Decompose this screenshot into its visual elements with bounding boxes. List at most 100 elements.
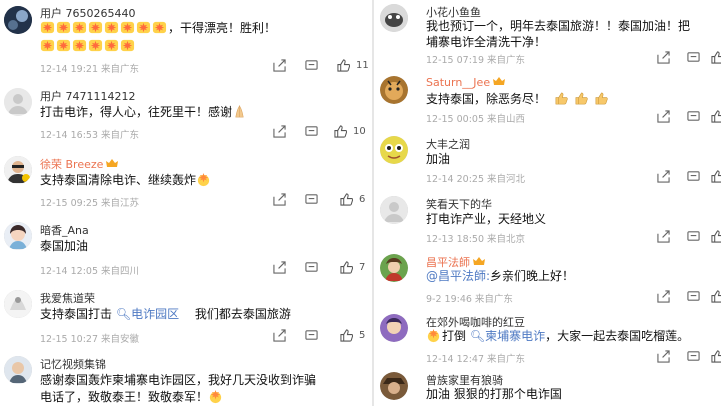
like-icon[interactable]: [711, 290, 721, 304]
comment-text: 加油: [426, 152, 451, 166]
avatar[interactable]: [4, 222, 32, 250]
username[interactable]: 暗香_Ana: [40, 222, 89, 238]
comment-item: 曾族家里有狼骑 加油 狠狠的打那个电诈国: [374, 370, 721, 406]
share-icon[interactable]: [657, 51, 670, 65]
like-icon[interactable]: [711, 230, 721, 244]
avatar[interactable]: [380, 4, 408, 32]
username[interactable]: Saturn__Jee: [426, 76, 506, 89]
comment-text: 感谢泰国轰炸柬埔寨电诈园区，我好几天没收到诈骗: [40, 373, 317, 387]
comment-text: 支持泰国，除恶务尽！: [426, 91, 610, 107]
comment-icon[interactable]: [687, 170, 700, 184]
comment-icon[interactable]: [305, 261, 318, 275]
avatar[interactable]: [4, 156, 32, 184]
sparkle-emoji: [136, 21, 151, 34]
avatar[interactable]: [380, 196, 408, 224]
comment-item: 徐荣 Breeze 支持泰国清除电诈、继续轰炸 12-15 09:25 来自江苏…: [0, 146, 372, 212]
thumbs-up-emoji: [595, 92, 608, 105]
sparkle-emoji: [120, 39, 135, 52]
like-icon[interactable]: [340, 329, 353, 343]
sparkle-emoji: [152, 21, 167, 34]
avatar[interactable]: [380, 314, 408, 342]
share-icon[interactable]: [273, 125, 286, 139]
like-count: 7: [359, 262, 366, 273]
comment-text-line2: 电话了，致敬泰王！致敬泰军！: [40, 389, 224, 405]
comment-meta: 12-15 09:25 来自江苏: [40, 198, 140, 209]
comment-icon[interactable]: [305, 329, 318, 343]
share-icon[interactable]: [657, 170, 670, 184]
comment-item: 暗香_Ana 泰国加油 12-14 12:05 来自四川 7: [0, 214, 372, 280]
avatar[interactable]: [4, 290, 32, 318]
comment-text: 支持泰国清除电诈、继续轰炸: [40, 172, 212, 188]
username[interactable]: 我爱焦道荣: [40, 290, 95, 306]
like-icon[interactable]: [340, 193, 353, 207]
comment-meta: 12-14 16:53 来自广东: [40, 130, 140, 141]
mention-link[interactable]: @昌平法師:: [426, 269, 490, 283]
comment-meta: 12-15 07:19 来自广东: [426, 55, 526, 66]
comment-item: 记忆视频集锦 感谢泰国轰炸柬埔寨电诈园区，我好几天没收到诈骗 电话了，致敬泰王！…: [0, 350, 372, 406]
like-icon[interactable]: [334, 125, 347, 139]
avatar[interactable]: [380, 372, 408, 400]
share-icon[interactable]: [273, 261, 286, 275]
comment-meta: 12-13 18:50 来自北京: [426, 234, 526, 245]
comment-icon[interactable]: [687, 350, 700, 364]
comment-icon[interactable]: [687, 230, 700, 244]
comment-icon[interactable]: [305, 59, 318, 73]
comment-item: 用户 7471114212 打击电诈，得人心，往死里干！感谢 12-14 16:…: [0, 78, 372, 144]
comment-icon[interactable]: [305, 193, 318, 207]
username[interactable]: 大丰之润: [426, 136, 470, 152]
avatar[interactable]: [4, 356, 32, 384]
sparkle-emoji: [40, 39, 55, 52]
comment-meta: 12-14 12:05 来自四川: [40, 266, 140, 277]
comment-text: ，干得漂亮！胜利！: [40, 20, 276, 36]
avatar[interactable]: [380, 254, 408, 282]
comment-text: 加油 狠狠的打那个电诈国: [426, 387, 562, 401]
crown-icon: [473, 257, 485, 265]
right-comment-column: 小花小鱼鱼 我也预订一个，明年去泰国旅游！！泰国加油！把 埔寨电诈全清洗干净！ …: [374, 0, 721, 406]
comment-icon[interactable]: [305, 125, 318, 139]
like-icon[interactable]: [337, 59, 350, 73]
like-count: 5: [359, 330, 366, 341]
comment-item: Saturn__Jee 支持泰国，除恶务尽！ 12-15 00:05 来自山西: [374, 70, 721, 128]
comment-item: 在郊外喝咖啡的红豆 打倒 🔍︎柬埔寨电诈，大家一起去泰国吃榴莲。 12-14 1…: [374, 310, 721, 368]
comment-text-line2: [40, 38, 136, 54]
like-icon[interactable]: [711, 350, 721, 364]
username[interactable]: 用户 7650265440: [40, 5, 135, 21]
comment-item: 我爱焦道荣 支持泰国打击 🔍︎电诈园区 我们都去泰国旅游 12-15 10:27…: [0, 282, 372, 348]
crown-icon: [493, 77, 506, 85]
comment-text: 支持泰国打击 🔍︎电诈园区 我们都去泰国旅游: [40, 307, 291, 321]
comment-icon[interactable]: [687, 290, 700, 304]
like-icon[interactable]: [340, 261, 353, 275]
share-icon[interactable]: [657, 230, 670, 244]
crown-icon: [106, 159, 119, 167]
like-icon[interactable]: [711, 170, 721, 184]
avatar[interactable]: [380, 136, 408, 164]
avatar[interactable]: [380, 76, 408, 104]
comment-text-line2: 埔寨电诈全清洗干净！: [426, 35, 547, 49]
topic-link[interactable]: 🔍︎电诈园区: [116, 307, 179, 321]
username[interactable]: 徐荣 Breeze: [40, 156, 119, 172]
username[interactable]: 记忆视频集锦: [40, 356, 106, 372]
username[interactable]: 用户 7471114212: [40, 88, 135, 104]
sparkle-emoji: [56, 21, 71, 34]
share-icon[interactable]: [273, 193, 286, 207]
topic-link[interactable]: 🔍︎柬埔寨电诈: [470, 329, 545, 343]
avatar[interactable]: [4, 88, 32, 116]
like-icon[interactable]: [711, 51, 721, 65]
share-icon[interactable]: [657, 350, 670, 364]
thumbs-up-emoji-row: [554, 92, 610, 106]
like-count: 6: [359, 194, 366, 205]
sparkle-emoji: [56, 39, 71, 52]
like-icon[interactable]: [711, 110, 721, 124]
share-icon[interactable]: [657, 110, 670, 124]
share-icon[interactable]: [273, 329, 286, 343]
comment-icon[interactable]: [687, 110, 700, 124]
share-icon[interactable]: [273, 59, 286, 73]
avatar[interactable]: [4, 6, 32, 34]
username[interactable]: 笑看天下的华: [426, 196, 492, 212]
comment-meta: 12-15 10:27 来自安徽: [40, 334, 140, 345]
share-icon[interactable]: [657, 290, 670, 304]
like-count: 10: [353, 126, 366, 137]
sparkle-emoji: [88, 21, 103, 34]
comment-icon[interactable]: [687, 51, 700, 65]
like-count: 11: [356, 60, 369, 71]
